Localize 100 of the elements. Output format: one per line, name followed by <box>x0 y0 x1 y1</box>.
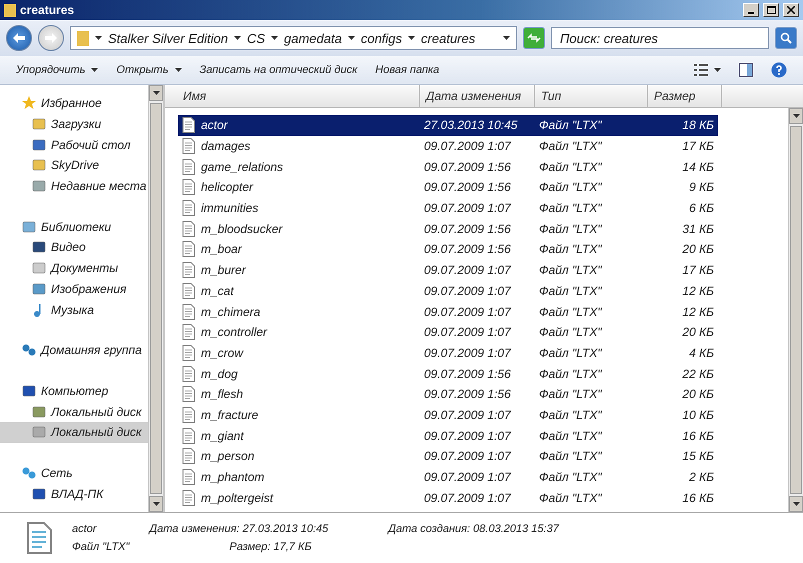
list-view-icon <box>694 64 708 76</box>
file-row[interactable]: damages 09.07.2009 1:07 Файл "LTX" 17 КБ <box>178 136 718 156</box>
file-name: helicopter <box>201 180 254 194</box>
table-cell-text: 09.07.2009 1:56 <box>423 387 512 402</box>
toolbar-button[interactable]: Новая папка <box>373 62 442 78</box>
file-row[interactable]: m_burer 09.07.2009 1:07 Файл "LTX" 17 КБ <box>178 260 718 280</box>
scrollbar[interactable] <box>148 85 163 512</box>
file-row[interactable]: immunities 09.07.2009 1:07 Файл "LTX" 6 КБ <box>178 198 718 218</box>
column-header[interactable]: Имя <box>177 85 420 107</box>
column-header[interactable]: Размер <box>648 85 722 107</box>
table-cell-text: Файл "LTX" <box>538 366 603 381</box>
file-row[interactable]: m_poltergeist 09.07.2009 1:07 Файл "LTX" 16 КБ <box>178 487 718 508</box>
file-row[interactable]: m_fracture 09.07.2009 1:07 Файл "LTX" 10 КБ <box>178 404 718 426</box>
table-cell-text: Файл "LTX" <box>538 263 603 278</box>
sidebar-item[interactable]: Домашняя группа <box>0 340 148 361</box>
table-cell-text: 16 КБ <box>681 428 715 443</box>
sidebar-item[interactable]: Локальный диск <box>0 401 148 422</box>
refresh-button[interactable] <box>523 27 545 49</box>
minimize-button[interactable] <box>743 3 759 17</box>
scrollbar[interactable] <box>788 108 803 512</box>
table-cell-text: 20 КБ <box>681 325 715 340</box>
file-name: m_controller <box>201 325 268 340</box>
breadcrumb-item[interactable]: gamedata <box>284 30 342 46</box>
sidebar-item[interactable]: Сеть <box>0 462 148 484</box>
file-icon <box>182 344 195 361</box>
table-cell-text: Файл "LTX" <box>538 346 603 360</box>
close-button[interactable] <box>783 3 799 17</box>
file-icon <box>182 179 195 196</box>
file-row[interactable]: m_boar 09.07.2009 1:56 Файл "LTX" 20 КБ <box>178 239 718 260</box>
file-row[interactable]: actor 27.03.2013 10:45 Файл "LTX" 18 КБ <box>178 115 718 136</box>
file-name: immunities <box>201 201 258 216</box>
sidebar-item[interactable]: ВЛАД-ПК <box>0 483 148 504</box>
file-name: m_fracture <box>201 408 258 422</box>
file-name: m_chimera <box>201 304 260 319</box>
table-cell-text: 17 КБ <box>681 139 715 154</box>
table-cell-text: 09.07.2009 1:07 <box>423 449 512 464</box>
table-cell-text: 12 КБ <box>681 304 715 319</box>
file-name: m_person <box>201 449 254 464</box>
sidebar-item[interactable]: Видео <box>0 237 148 258</box>
file-icon <box>26 521 52 555</box>
column-header[interactable]: Тип <box>535 85 648 107</box>
table-cell-text: 09.07.2009 1:07 <box>423 304 512 319</box>
window-title: creatures <box>20 3 76 17</box>
preview-pane-button[interactable] <box>737 61 755 79</box>
column-header[interactable]: Дата изменения <box>420 85 535 107</box>
caret-icon <box>91 68 98 72</box>
file-row[interactable]: m_cat 09.07.2009 1:07 Файл "LTX" 12 КБ <box>178 280 718 302</box>
file-row[interactable]: game_relations 09.07.2009 1:56 Файл "LTX" 14 КБ <box>178 156 718 178</box>
toolbar-button[interactable]: Открыть <box>114 62 184 78</box>
sidebar-item[interactable]: Рабочий стол <box>0 134 148 156</box>
file-row[interactable]: m_dog 09.07.2009 1:56 Файл "LTX" 22 КБ <box>178 363 718 384</box>
sidebar-item[interactable]: Избранное <box>0 93 148 114</box>
sidebar-item[interactable]: Изображения <box>0 278 148 300</box>
sidebar-item[interactable]: Музыка <box>0 299 148 320</box>
sidebar-item[interactable]: SkyDrive <box>0 155 148 176</box>
back-button[interactable] <box>6 25 32 51</box>
file-row[interactable]: m_controller 09.07.2009 1:07 Файл "LTX" 20 КБ <box>178 322 718 343</box>
maximize-button[interactable] <box>763 3 779 17</box>
breadcrumb-item[interactable]: creatures <box>421 30 476 46</box>
caret-icon <box>152 91 160 95</box>
file-icon <box>182 324 195 340</box>
breadcrumb-item[interactable]: CS <box>246 30 266 46</box>
breadcrumb-item[interactable]: configs <box>360 30 402 46</box>
table-cell-text: 09.07.2009 1:07 <box>423 490 512 505</box>
caret-icon <box>174 68 182 72</box>
search-button[interactable] <box>775 27 797 49</box>
address-bar[interactable]: Stalker Silver Edition CS gamedata configs creatures <box>70 26 517 50</box>
toolbar-button[interactable]: Записать на оптический диск <box>198 62 360 78</box>
toolbar-button[interactable]: Упорядочить <box>14 62 100 78</box>
sidebar-item[interactable]: Загрузки <box>0 114 148 134</box>
file-name: game_relations <box>201 160 284 174</box>
sidebar-item[interactable]: Документы <box>0 258 148 278</box>
breadcrumb-item[interactable]: Stalker Silver Edition <box>108 30 228 46</box>
file-row[interactable]: m_phantom 09.07.2009 1:07 Файл "LTX" 2 КБ <box>178 466 718 488</box>
caret-icon <box>348 36 355 40</box>
file-row[interactable]: helicopter 09.07.2009 1:56 Файл "LTX" 9 КБ <box>178 177 718 198</box>
sidebar-item[interactable]: Компьютер <box>0 380 148 402</box>
search-field[interactable]: Поиск: creatures <box>551 27 769 49</box>
file-icon <box>182 406 195 423</box>
sidebar-item[interactable]: Недавние места <box>0 176 148 196</box>
table-cell-text: 4 КБ <box>688 346 715 360</box>
sidebar-item[interactable]: Библиотеки <box>0 216 148 238</box>
table-cell-text: Файл "LTX" <box>538 118 603 132</box>
table-cell-text: 17 КБ <box>681 263 715 278</box>
table-cell-text: 27.03.2013 10:45 <box>423 118 518 132</box>
table-cell-text: 09.07.2009 1:07 <box>423 263 512 278</box>
file-row[interactable]: m_person 09.07.2009 1:07 Файл "LTX" 15 КБ <box>178 446 718 467</box>
file-row[interactable]: m_flesh 09.07.2009 1:56 Файл "LTX" 20 КБ <box>178 384 718 405</box>
table-cell-text: 09.07.2009 1:56 <box>423 160 512 174</box>
file-row[interactable]: m_bloodsucker 09.07.2009 1:56 Файл "LTX" 31 КБ <box>178 218 718 240</box>
table-cell-text: 15 КБ <box>681 449 715 464</box>
forward-button[interactable] <box>38 25 64 51</box>
view-button[interactable] <box>692 62 723 78</box>
help-button[interactable] <box>769 60 789 80</box>
file-row[interactable]: m_crow 09.07.2009 1:07 Файл "LTX" 4 КБ <box>178 342 718 364</box>
file-row[interactable]: m_chimera 09.07.2009 1:07 Файл "LTX" 12 КБ <box>178 301 718 322</box>
sidebar-item[interactable]: Локальный диск <box>0 422 148 443</box>
file-row[interactable]: m_giant 09.07.2009 1:07 Файл "LTX" 16 КБ <box>178 425 718 446</box>
table-cell-text: 20 КБ <box>681 242 715 256</box>
file-icon <box>182 138 195 154</box>
